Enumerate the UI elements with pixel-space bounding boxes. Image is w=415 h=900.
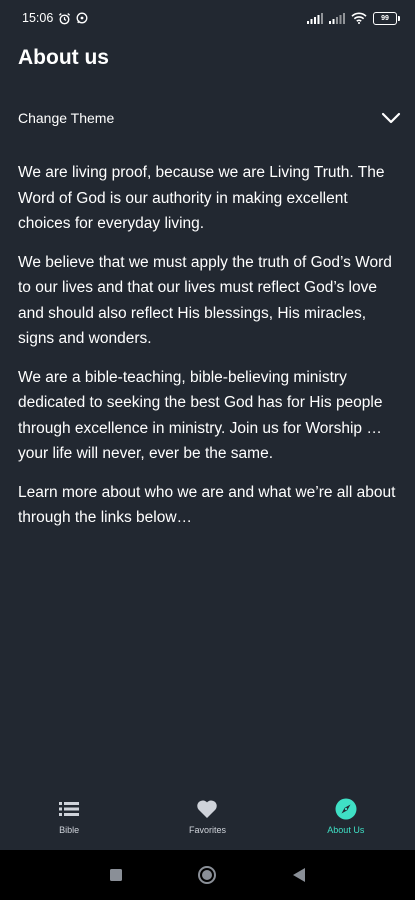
home-button[interactable] [187, 855, 227, 895]
list-icon [59, 797, 80, 821]
about-paragraph: Learn more about who we are and what we’… [18, 483, 396, 527]
battery-icon: 99 [373, 11, 400, 25]
battery-level: 99 [381, 14, 389, 22]
about-paragraph: We are a bible-teaching, bible-believing… [18, 368, 383, 463]
page-title: About us [18, 46, 109, 69]
nav-label-bible: Bible [59, 825, 80, 835]
about-paragraph: We are living proof, because we are Livi… [18, 164, 385, 232]
status-time: 15:06 [22, 11, 54, 25]
back-button[interactable] [279, 855, 319, 895]
nav-item-about-us[interactable]: About Us [291, 790, 401, 835]
cell-signal-icon [307, 12, 323, 24]
cell-signal-icon [329, 12, 345, 24]
whatsapp-icon [76, 12, 88, 24]
compass-icon [335, 797, 357, 821]
bottom-nav: Bible Favorites About Us [0, 790, 415, 850]
wifi-icon [351, 12, 367, 24]
nav-item-bible[interactable]: Bible [14, 790, 124, 835]
recents-button[interactable] [96, 855, 136, 895]
status-bar: 15:06 99 [0, 0, 415, 36]
nav-label-favorites: Favorites [188, 825, 226, 835]
nav-label-about-us: About Us [327, 825, 365, 835]
alarm-icon [58, 12, 71, 25]
status-right: 99 [307, 11, 400, 25]
about-content: We are living proof, because we are Livi… [18, 160, 403, 544]
square-icon [109, 869, 122, 881]
change-theme-label: Change Theme [18, 110, 115, 126]
nav-item-favorites[interactable]: Favorites [152, 790, 262, 835]
chevron-down-icon[interactable] [381, 112, 401, 124]
heart-icon [196, 797, 218, 821]
back-triangle-icon [293, 868, 306, 882]
about-paragraph: We believe that we must apply the truth … [18, 253, 392, 348]
status-left: 15:06 [22, 11, 88, 25]
change-theme-dropdown[interactable]: Change Theme [0, 98, 415, 138]
circle-icon [198, 866, 217, 884]
system-nav-bar [0, 850, 415, 900]
